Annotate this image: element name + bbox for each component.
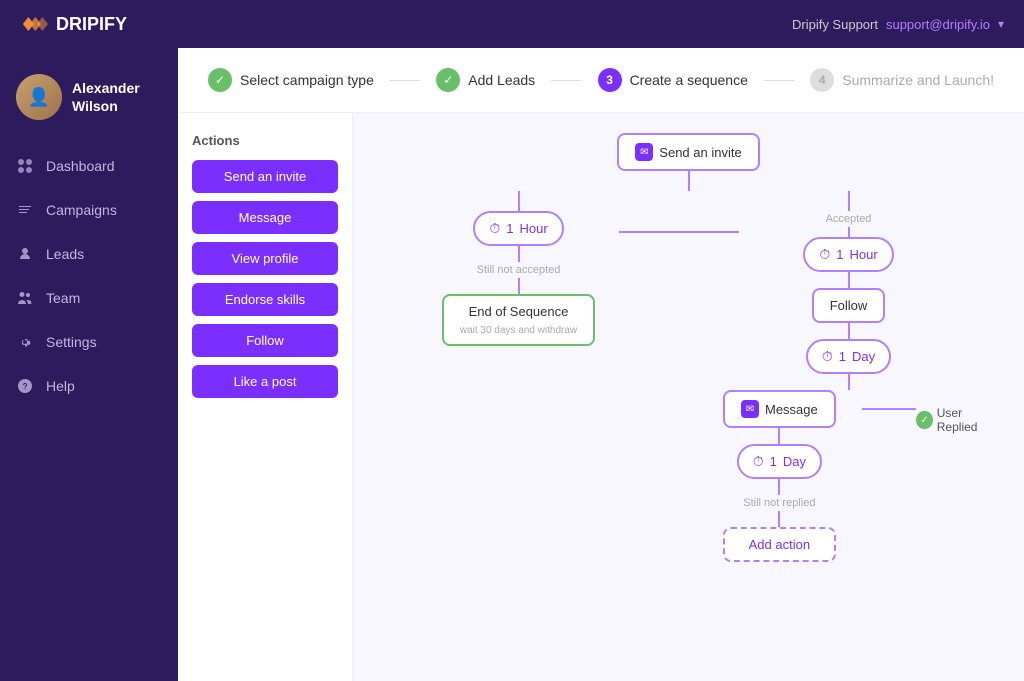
sidebar-item-team[interactable]: Team <box>0 276 178 320</box>
topbar: DRIPIFY Dripify Support support@dripify.… <box>0 0 1024 48</box>
vline-right-top2 <box>848 227 850 237</box>
sidebar-label-dashboard: Dashboard <box>46 158 115 174</box>
hline-branch <box>619 231 739 233</box>
node-follow[interactable]: Follow <box>812 288 886 323</box>
step-1: ✓ Select campaign type <box>208 68 374 92</box>
sidebar-label-help: Help <box>46 378 75 394</box>
actions-panel-title: Actions <box>192 133 338 148</box>
step-divider-2 <box>551 80 581 81</box>
action-btn-send-invite[interactable]: Send an invite <box>192 160 338 193</box>
step-3: 3 Create a sequence <box>598 68 748 92</box>
sidebar-item-help[interactable]: Help <box>0 364 178 408</box>
action-btn-like-post[interactable]: Like a post <box>192 365 338 398</box>
team-icon <box>16 289 34 307</box>
still-not-replied-label: Still not replied <box>743 497 815 509</box>
content-area: ✓ Select campaign type ✓ Add Leads 3 Cre… <box>178 48 1024 681</box>
add-action-button[interactable]: Add action <box>723 527 836 562</box>
vline-right-mid3 <box>848 374 850 390</box>
sidebar-nav: Dashboard Campaigns Leads Team <box>0 144 178 408</box>
message-branch-right: ✓ User Replied <box>916 390 999 434</box>
topbar-email: support@dripify.io <box>886 17 990 32</box>
node-message[interactable]: ✉ Message <box>723 390 836 428</box>
vline-left-mid <box>518 246 520 262</box>
steps-bar: ✓ Select campaign type ✓ Add Leads 3 Cre… <box>178 48 1024 113</box>
branch-left-label: Still not accepted <box>477 264 561 276</box>
action-btn-view-profile[interactable]: View profile <box>192 242 338 275</box>
sequence-canvas: ✉ Send an invite ⏱ 1 H <box>353 113 1024 681</box>
logo: DRIPIFY <box>20 14 127 35</box>
vline-after-invite <box>688 171 690 191</box>
vline-right-top <box>848 191 850 211</box>
step1-check-icon: ✓ <box>208 68 232 92</box>
step-divider-3 <box>764 80 794 81</box>
settings-icon <box>16 333 34 351</box>
message-branch-left: ✉ Message ⏱ 1 Day <box>697 390 861 562</box>
help-icon <box>16 377 34 395</box>
main-area: Actions Send an invite Message View prof… <box>178 113 1024 681</box>
node-send-invite-wrapper: ✉ Send an invite <box>617 133 759 191</box>
send-invite-icon: ✉ <box>635 143 653 161</box>
hline-msg-branch <box>862 408 917 410</box>
user-replied-badge: ✓ User Replied <box>916 406 999 434</box>
vline-left-top <box>518 191 520 211</box>
chevron-down-icon[interactable]: ▾ <box>998 17 1004 31</box>
vline-msg-1 <box>778 428 780 444</box>
campaigns-icon <box>16 201 34 219</box>
step4-num: 4 <box>810 68 834 92</box>
branch-right-label: Accepted <box>826 213 872 225</box>
step3-num: 3 <box>598 68 622 92</box>
avatar: 👤 <box>16 74 62 120</box>
branch-left: ⏱ 1 Hour Still not accepted End of Seque… <box>419 191 619 346</box>
action-btn-follow[interactable]: Follow <box>192 324 338 357</box>
step-2: ✓ Add Leads <box>436 68 535 92</box>
sidebar-label-team: Team <box>46 290 80 306</box>
branch-split: ⏱ 1 Hour Still not accepted End of Seque… <box>419 191 959 562</box>
step2-check-icon: ✓ <box>436 68 460 92</box>
topbar-user-info: Dripify Support support@dripify.io ▾ <box>792 17 1004 32</box>
leads-icon <box>16 245 34 263</box>
sidebar-label-leads: Leads <box>46 246 84 262</box>
step3-label: Create a sequence <box>630 72 748 88</box>
sidebar-label-campaigns: Campaigns <box>46 202 117 218</box>
timer-right-2[interactable]: ⏱ 1 Day <box>806 339 891 374</box>
action-btn-message[interactable]: Message <box>192 201 338 234</box>
main-layout: 👤 Alexander Wilson Dashboard Campaigns <box>0 48 1024 681</box>
message-branch: ✉ Message ⏱ 1 Day <box>697 390 1000 562</box>
action-btn-endorse-skills[interactable]: Endorse skills <box>192 283 338 316</box>
sidebar-username: Alexander Wilson <box>72 79 162 115</box>
sidebar: 👤 Alexander Wilson Dashboard Campaigns <box>0 48 178 681</box>
node-end-sequence[interactable]: End of Sequence wait 30 days and withdra… <box>442 294 595 346</box>
step-4: 4 Summarize and Launch! <box>810 68 994 92</box>
dashboard-icon <box>16 157 34 175</box>
logo-icon <box>20 14 48 34</box>
timer-msg[interactable]: ⏱ 1 Day <box>737 444 822 479</box>
vline-msg-3 <box>778 511 780 527</box>
sidebar-user: 👤 Alexander Wilson <box>0 58 178 144</box>
step-divider-1 <box>390 80 420 81</box>
step2-label: Add Leads <box>468 72 535 88</box>
sidebar-item-campaigns[interactable]: Campaigns <box>0 188 178 232</box>
timer-left[interactable]: ⏱ 1 Hour <box>473 211 563 246</box>
sidebar-item-settings[interactable]: Settings <box>0 320 178 364</box>
timer-right-1[interactable]: ⏱ 1 Hour <box>803 237 893 272</box>
topbar-username: Dripify Support <box>792 17 878 32</box>
vline-right-mid2 <box>848 323 850 339</box>
vline-msg-2 <box>778 479 780 495</box>
sidebar-item-leads[interactable]: Leads <box>0 232 178 276</box>
step1-label: Select campaign type <box>240 72 374 88</box>
sidebar-item-dashboard[interactable]: Dashboard <box>0 144 178 188</box>
vline-left-mid2 <box>518 278 520 294</box>
replied-check-icon: ✓ <box>916 411 932 429</box>
node-send-invite[interactable]: ✉ Send an invite <box>617 133 759 171</box>
vline-right-mid1 <box>848 272 850 288</box>
branch-right: Accepted ⏱ 1 Hour Follow <box>739 191 959 562</box>
sidebar-label-settings: Settings <box>46 334 97 350</box>
actions-panel: Actions Send an invite Message View prof… <box>178 113 353 681</box>
step4-label: Summarize and Launch! <box>842 72 994 88</box>
message-icon: ✉ <box>741 400 759 418</box>
